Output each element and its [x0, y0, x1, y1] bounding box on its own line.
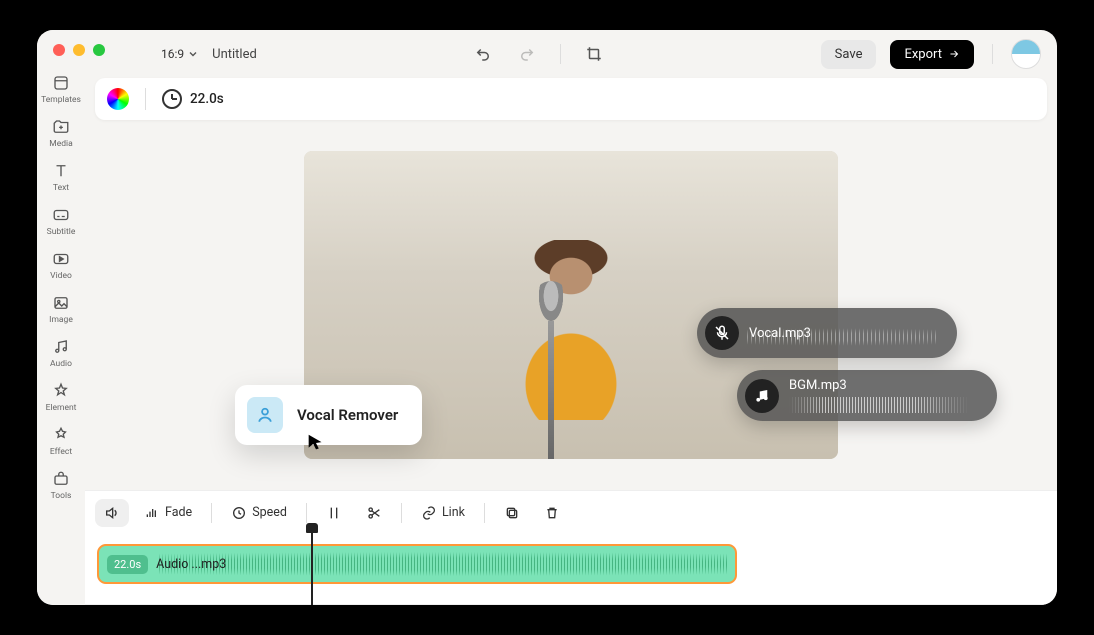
vocal-remover-menu-item[interactable]: Vocal Remover	[235, 385, 422, 445]
subtitle-icon	[51, 205, 71, 225]
sidebar-item-label: Image	[49, 315, 73, 325]
person-icon	[247, 397, 283, 433]
fade-label: Fade	[165, 505, 192, 520]
divider	[484, 503, 485, 523]
media-icon	[51, 117, 71, 137]
divider	[992, 44, 993, 64]
chevron-down-icon	[188, 49, 198, 59]
clip-duration-badge: 22.0s	[107, 555, 148, 574]
effect-icon	[51, 425, 71, 445]
audio-clip[interactable]: 22.0s Audio ...mp3	[97, 544, 737, 584]
delete-button[interactable]	[535, 499, 569, 527]
cursor-icon	[305, 432, 327, 454]
sidebar-item-tools[interactable]: Tools	[40, 466, 82, 504]
color-picker[interactable]	[107, 88, 129, 110]
sidebar-item-subtitle[interactable]: Subtitle	[40, 202, 82, 240]
app-window: Templates Media Text Subtitle Video Imag…	[37, 30, 1057, 605]
sidebar-item-effect[interactable]: Effect	[40, 422, 82, 460]
vocal-track-label: Vocal.mp3	[749, 326, 811, 341]
topbar: 16:9 Untitled Save Export	[85, 30, 1057, 78]
clock-icon	[162, 89, 182, 109]
fade-button[interactable]: Fade	[135, 499, 201, 527]
sidebar-item-label: Text	[53, 183, 69, 193]
music-note-icon	[745, 379, 779, 413]
sidebar-item-label: Effect	[50, 447, 72, 457]
divider	[560, 44, 561, 64]
sidebar-item-label: Subtitle	[47, 227, 76, 237]
canvas-subbar: 22.0s	[95, 78, 1047, 120]
export-label: Export	[904, 47, 942, 62]
aspect-ratio-value: 16:9	[161, 47, 184, 61]
duration-value: 22.0s	[190, 91, 224, 107]
playhead[interactable]	[311, 530, 313, 605]
crop-button[interactable]	[579, 39, 609, 69]
timeline-toolbar: Fade Speed Link	[85, 490, 1057, 534]
canvas-area: Vocal Remover Vocal.mp3 BGM.mp3	[85, 120, 1057, 490]
sidebar-item-label: Media	[49, 139, 72, 149]
link-label: Link	[442, 505, 465, 520]
mic-muted-icon	[705, 316, 739, 350]
left-sidebar: Templates Media Text Subtitle Video Imag…	[37, 30, 85, 605]
sidebar-item-audio[interactable]: Audio	[40, 334, 82, 372]
image-icon	[51, 293, 71, 313]
audio-icon	[51, 337, 71, 357]
divider	[145, 88, 146, 110]
user-avatar[interactable]	[1011, 39, 1041, 69]
sidebar-item-label: Video	[50, 271, 72, 281]
clip-filename: Audio ...mp3	[156, 557, 226, 572]
sidebar-item-label: Audio	[50, 359, 72, 369]
timeline[interactable]: 22.0s Audio ...mp3	[85, 534, 1057, 605]
arrow-right-icon	[948, 48, 960, 60]
redo-button[interactable]	[512, 39, 542, 69]
aspect-ratio-selector[interactable]: 16:9	[161, 47, 198, 61]
templates-icon	[51, 73, 71, 93]
duplicate-button[interactable]	[495, 499, 529, 527]
traffic-lights	[53, 44, 105, 56]
split-button[interactable]	[317, 499, 351, 527]
undo-button[interactable]	[468, 39, 498, 69]
element-icon	[51, 381, 71, 401]
sidebar-item-label: Element	[46, 403, 77, 413]
waveform-icon	[789, 397, 969, 413]
speed-button[interactable]: Speed	[222, 499, 296, 527]
link-button[interactable]: Link	[412, 499, 474, 527]
close-window-button[interactable]	[53, 44, 65, 56]
divider	[306, 503, 307, 523]
project-title[interactable]: Untitled	[212, 47, 257, 62]
cut-button[interactable]	[357, 499, 391, 527]
clip-waveform	[159, 552, 729, 576]
divider	[401, 503, 402, 523]
sidebar-item-element[interactable]: Element	[40, 378, 82, 416]
maximize-window-button[interactable]	[93, 44, 105, 56]
sidebar-item-media[interactable]: Media	[40, 114, 82, 152]
save-button[interactable]: Save	[821, 40, 877, 69]
bgm-track-chip: BGM.mp3	[737, 370, 997, 421]
minimize-window-button[interactable]	[73, 44, 85, 56]
sidebar-item-templates[interactable]: Templates	[40, 70, 82, 108]
sidebar-item-label: Tools	[51, 491, 72, 501]
divider	[211, 503, 212, 523]
video-icon	[51, 249, 71, 269]
sidebar-item-image[interactable]: Image	[40, 290, 82, 328]
speed-label: Speed	[252, 505, 287, 520]
duration-display: 22.0s	[162, 89, 224, 109]
export-button[interactable]: Export	[890, 40, 974, 69]
preview-mic	[548, 321, 554, 459]
vocal-track-chip: Vocal.mp3	[697, 308, 957, 358]
vocal-remover-label: Vocal Remover	[297, 406, 398, 424]
sidebar-item-text[interactable]: Text	[40, 158, 82, 196]
text-icon	[51, 161, 71, 181]
sidebar-item-label: Templates	[41, 95, 81, 105]
tools-icon	[51, 469, 71, 489]
volume-button[interactable]	[95, 499, 129, 527]
bgm-track-label: BGM.mp3	[789, 378, 969, 393]
sidebar-item-video[interactable]: Video	[40, 246, 82, 284]
